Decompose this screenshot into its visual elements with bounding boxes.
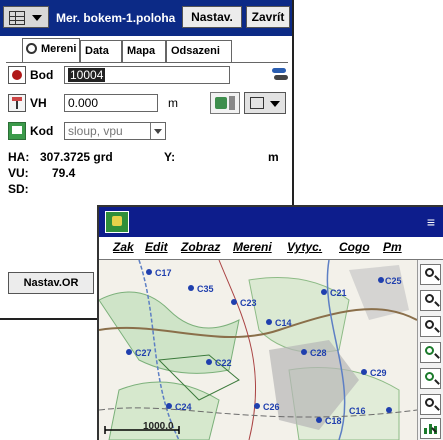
map-label: C23	[240, 298, 257, 308]
bod-input[interactable]: 10004	[64, 66, 230, 84]
code-icon[interactable]	[8, 122, 26, 140]
menu-icon[interactable]: ≡	[427, 214, 435, 230]
zoom-extent-icon	[425, 346, 434, 355]
zoom-out-icon	[425, 294, 434, 303]
sd-label: SD:	[8, 182, 29, 196]
map-label: C27	[135, 348, 152, 358]
prism-pole-icon[interactable]	[8, 94, 26, 112]
zoom-extent-button[interactable]	[420, 342, 441, 363]
map-label: C18	[325, 416, 342, 426]
map-label: C21	[330, 288, 347, 298]
ha-label: HA:	[8, 150, 30, 164]
table-icon	[250, 97, 264, 109]
vh-input[interactable]: 0.000	[64, 94, 158, 112]
y-unit: m	[268, 150, 279, 164]
menu-cogo[interactable]: Cogo	[339, 240, 370, 254]
chevron-down-icon	[270, 101, 280, 107]
tab-odsazeni[interactable]: Odsazeni	[166, 40, 232, 62]
menu-vytyc[interactable]: Vytyc.	[287, 240, 322, 254]
map-label: C24	[175, 402, 192, 412]
menu-mereni[interactable]: Mereni	[233, 240, 272, 254]
map-label: C25	[385, 276, 402, 286]
zoom-previous-button[interactable]	[420, 368, 441, 389]
zoom-window-button[interactable]	[420, 316, 441, 337]
map-label: C35	[197, 284, 214, 294]
zoom-in-button[interactable]	[420, 264, 441, 285]
map-label: C17	[155, 268, 172, 278]
menu-bar: Zak Edit Zobraz Mereni Vytyc. Cogo Pm	[99, 237, 443, 260]
nastav-or-button[interactable]: Nastav.OR	[8, 272, 94, 294]
pan-icon	[425, 398, 434, 407]
nastav-button[interactable]: Nastav.	[182, 6, 242, 28]
menu-edit[interactable]: Edit	[145, 240, 168, 254]
vu-label: VU:	[8, 166, 29, 180]
vh-unit: m	[168, 96, 178, 110]
vh-label: VH	[30, 96, 47, 110]
table-menu-button[interactable]	[244, 92, 286, 114]
map-canvas[interactable]: C17 C35 C23 C14 C21 C25 C27 C22 C28 C29 …	[99, 260, 417, 440]
point-icon[interactable]	[8, 66, 26, 84]
map-toolbar	[417, 260, 443, 440]
crosshair-icon	[26, 43, 37, 54]
kod-label: Kod	[30, 124, 54, 138]
zavrit-button[interactable]: Zavrít	[246, 6, 290, 28]
bod-label: Bod	[30, 68, 54, 82]
tab-divider	[6, 62, 288, 63]
pan-button[interactable]	[420, 394, 441, 415]
title-bar: Mer. bokem-1.poloha Nastav. Zavrít	[0, 0, 292, 36]
chevron-down-icon	[32, 15, 42, 21]
tab-data[interactable]: Data	[80, 40, 122, 62]
ha-value: 307.3725 grd	[40, 150, 113, 164]
refresh-icon[interactable]	[272, 66, 288, 82]
map-label: C14	[275, 318, 292, 328]
map-label: C16	[349, 406, 366, 416]
zoom-in-icon	[425, 268, 434, 277]
menu-pm[interactable]: Pm	[383, 240, 402, 254]
kod-select[interactable]: sloup, vpu	[64, 122, 166, 140]
vu-value: 79.4	[52, 166, 76, 180]
instrument-icon[interactable]	[210, 92, 240, 114]
tab-mereni[interactable]: Mereni	[22, 38, 80, 63]
window-title: Mer. bokem-1.poloha	[56, 11, 176, 25]
table-icon	[9, 11, 25, 25]
map-drawing: C17 C35 C23 C14 C21 C25 C27 C22 C28 C29 …	[99, 260, 417, 440]
map-title-bar: ≡	[99, 207, 443, 237]
zoom-window-icon	[425, 320, 434, 329]
map-window: ≡ Zak Edit Zobraz Mereni Vytyc. Cogo Pm	[97, 205, 443, 440]
chart-icon	[424, 422, 438, 434]
map-label: C22	[215, 358, 232, 368]
map-label: C28	[310, 348, 327, 358]
app-logo-icon[interactable]	[105, 211, 129, 233]
chart-button[interactable]	[420, 418, 441, 439]
start-menu-button[interactable]	[3, 6, 49, 28]
map-label: C29	[370, 368, 387, 378]
menu-zobraz[interactable]: Zobraz	[181, 240, 220, 254]
zoom-out-button[interactable]	[420, 290, 441, 311]
scale-label: 1000.0	[143, 421, 174, 432]
zoom-previous-icon	[425, 372, 434, 381]
chevron-down-icon	[150, 123, 165, 139]
map-label: C26	[263, 402, 280, 412]
y-label: Y:	[164, 150, 176, 164]
menu-zak[interactable]: Zak	[113, 240, 134, 254]
tab-mapa[interactable]: Mapa	[122, 40, 166, 62]
